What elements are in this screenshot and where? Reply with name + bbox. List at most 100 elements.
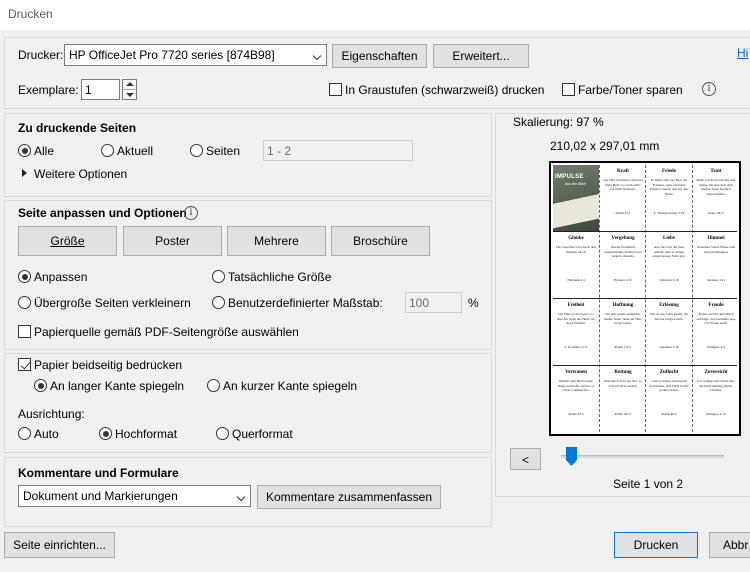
properties-button[interactable]: Eigenschaften xyxy=(332,44,427,68)
orientation-landscape-label[interactable]: Querformat xyxy=(232,427,293,441)
shrink-label[interactable]: Übergroße Seiten verkleinern xyxy=(34,296,191,310)
actual-size-radio[interactable] xyxy=(212,270,225,283)
page-setup-button[interactable]: Seite einrichten... xyxy=(4,532,115,558)
pages-range-label[interactable]: Seiten xyxy=(206,144,240,158)
actual-size-label[interactable]: Tatsächliche Größe xyxy=(228,270,331,284)
card-title: Zuversicht xyxy=(704,370,728,375)
prev-page-button[interactable]: < xyxy=(510,448,541,470)
print-button[interactable]: Drucken xyxy=(614,532,698,558)
stepper-up-icon[interactable] xyxy=(126,82,134,86)
card-text: Also hat Gott die Welt geliebt, dass er … xyxy=(652,245,686,258)
tab-poster[interactable]: Poster xyxy=(123,226,222,256)
card-reference: Psalm 37,5 xyxy=(568,412,584,416)
pdf-paper-label[interactable]: Papierquelle gemäß PDF-Seitengröße auswä… xyxy=(34,325,299,339)
custom-scale-input[interactable]: 100 xyxy=(405,292,462,313)
card-reference: Johannes 3,16 xyxy=(659,278,679,282)
tab-multiple[interactable]: Mehrere xyxy=(227,226,326,256)
summarize-comments-button[interactable]: Kommentare zusammenfassen xyxy=(257,485,441,509)
card-text: Ich vermag alles durch den, der mich mäc… xyxy=(697,379,735,392)
tab-booklet[interactable]: Broschüre xyxy=(331,226,430,256)
info-icon[interactable]: i xyxy=(184,206,198,220)
preview-card: Freiheit Der Herr ist der Geist; wo aber … xyxy=(553,299,599,365)
long-edge-radio[interactable] xyxy=(34,379,47,392)
pages-range-input[interactable]: 1 - 2 xyxy=(263,140,413,161)
page-slider-track[interactable] xyxy=(561,455,724,458)
printer-select[interactable]: HP OfficeJet Pro 7720 series [874B98] xyxy=(64,44,327,66)
cancel-button[interactable]: Abbr xyxy=(709,532,750,558)
pdf-paper-checkbox[interactable] xyxy=(18,325,31,338)
stepper-divider xyxy=(123,89,136,90)
preview-card: Rettung Rufe mich an in der Not, so will … xyxy=(600,366,646,432)
card-text: Werdet freundlich untereinander, herzlic… xyxy=(604,245,642,258)
pages-section-title: Zu druckende Seiten xyxy=(18,121,137,135)
shrink-radio[interactable] xyxy=(18,296,31,309)
cover-title: IMPULSE xyxy=(555,174,584,180)
grayscale-label[interactable]: In Graustufen (schwarzweiß) drucken xyxy=(345,83,544,97)
orientation-auto-label[interactable]: Auto xyxy=(34,427,59,441)
fit-label[interactable]: Anpassen xyxy=(34,270,87,284)
card-reference: Johannes 14,2 xyxy=(706,278,726,282)
card-reference: Psalm 27,1 xyxy=(615,211,631,215)
pages-all-radio[interactable] xyxy=(18,144,31,157)
card-title: Freude xyxy=(708,303,724,308)
custom-scale-radio[interactable] xyxy=(212,296,225,309)
card-title: Zuflucht xyxy=(659,370,679,375)
card-text: Der Gerechte wird durch den Glauben lebe… xyxy=(556,245,596,254)
advanced-button[interactable]: Erweitert... xyxy=(433,44,529,68)
custom-scale-label[interactable]: Benutzerdefinierter Maßstab: xyxy=(228,296,383,310)
preview-card: Himmel In meines Vaters Hause sind viele … xyxy=(693,232,739,298)
book-shape xyxy=(553,193,599,229)
pages-all-label[interactable]: Alle xyxy=(34,144,54,158)
save-ink-checkbox[interactable] xyxy=(562,83,575,96)
pages-range-radio[interactable] xyxy=(190,144,203,157)
card-title: Trost xyxy=(710,169,722,174)
card-title: Glaube xyxy=(568,236,584,241)
printer-label: Drucker: xyxy=(18,48,64,62)
pages-current-label[interactable]: Aktuell xyxy=(117,144,153,158)
page-info: Seite 1 von 2 xyxy=(613,477,684,491)
orientation-auto-radio[interactable] xyxy=(18,427,31,440)
orientation-portrait-radio[interactable] xyxy=(99,427,112,440)
card-text: Wer an den Sohn glaubt, der hat das ewig… xyxy=(649,312,689,321)
copies-stepper[interactable] xyxy=(122,79,137,100)
card-reference: Jesaja 38,17 xyxy=(707,211,725,215)
copies-input[interactable]: 1 xyxy=(81,79,120,100)
chevron-down-icon xyxy=(232,486,250,506)
card-text: In meines Vaters Hause sind viele Wohnun… xyxy=(696,245,736,254)
cut-line xyxy=(553,231,737,232)
stepper-down-icon[interactable] xyxy=(126,93,134,97)
info-icon[interactable]: i xyxy=(702,82,716,96)
expand-triangle-icon[interactable] xyxy=(22,169,27,177)
card-text: Befiehl dem Herrn deine Wege und hoffe a… xyxy=(557,379,595,392)
card-title: Himmel xyxy=(707,236,725,241)
comments-select[interactable]: Dokument und Markierungen xyxy=(18,485,251,507)
cut-line xyxy=(553,298,737,299)
orientation-landscape-radio[interactable] xyxy=(216,427,229,440)
card-title: Vertrauen xyxy=(565,370,587,375)
preview-card: Freude Freuet euch in dem Herrn allewege,… xyxy=(693,299,739,365)
preview-card: Kraft Der Herr ist meine Licht und mein H… xyxy=(600,165,646,231)
comments-title: Kommentare und Formulare xyxy=(18,466,179,480)
cover-subtitle: aus der Bibel xyxy=(565,182,586,186)
duplex-checkbox[interactable] xyxy=(18,358,31,371)
short-edge-radio[interactable] xyxy=(207,379,220,392)
fit-radio[interactable] xyxy=(18,270,31,283)
card-reference: Philipper 4,4 xyxy=(707,345,725,349)
grayscale-checkbox[interactable] xyxy=(329,83,342,96)
tab-size[interactable]: Größe xyxy=(18,226,117,256)
card-text: Sei nun wieder zufrieden, meine Seele; d… xyxy=(604,312,642,325)
orientation-portrait-label[interactable]: Hochformat xyxy=(115,427,177,441)
copies-label: Exemplare: xyxy=(18,83,79,97)
duplex-label[interactable]: Papier beidseitig bedrucken xyxy=(34,358,182,372)
preview-card: Zuversicht Ich vermag alles durch den, de… xyxy=(693,366,739,432)
card-title: Vergebung xyxy=(611,236,635,241)
help-link[interactable]: Hi xyxy=(737,46,748,60)
comments-select-value: Dokument und Markierungen xyxy=(23,489,178,503)
long-edge-label[interactable]: An langer Kante spiegeln xyxy=(50,379,184,393)
short-edge-label[interactable]: An kurzer Kante spiegeln xyxy=(223,379,357,393)
save-ink-label[interactable]: Farbe/Toner sparen xyxy=(578,83,683,97)
card-title: Erlösung xyxy=(659,303,679,308)
more-options-link[interactable]: Weitere Optionen xyxy=(34,167,127,181)
scaling-label: Skalierung: 97 % xyxy=(513,115,604,129)
pages-current-radio[interactable] xyxy=(101,144,114,157)
